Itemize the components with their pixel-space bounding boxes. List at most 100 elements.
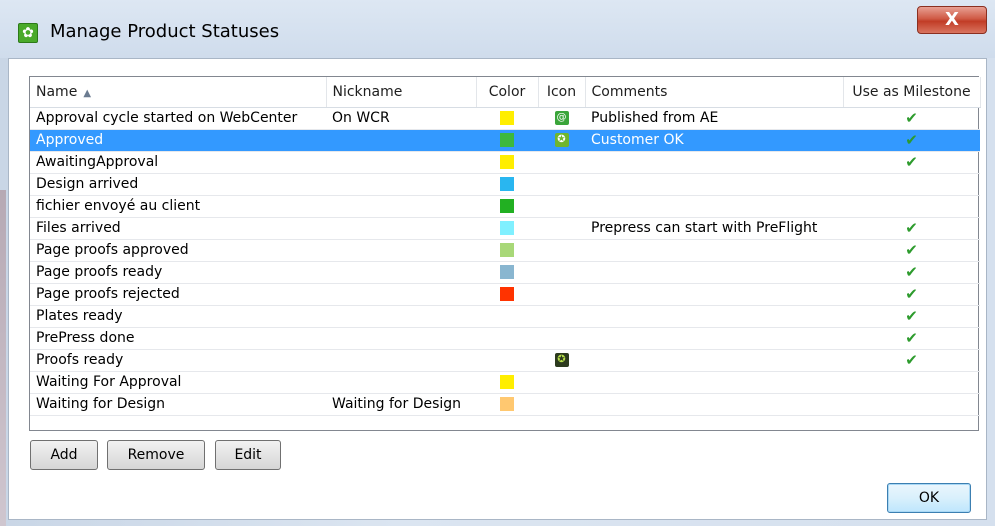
table-row[interactable]: Page proofs rejected ✔ <box>30 283 980 306</box>
webcenter-icon: @ <box>554 111 569 125</box>
cell-use-as-milestone <box>843 173 980 196</box>
cell-nickname <box>326 173 476 196</box>
checkmark-icon: ✔ <box>905 153 918 171</box>
add-button[interactable]: Add <box>30 440 98 470</box>
cell-nickname <box>326 151 476 174</box>
color-swatch <box>500 287 514 301</box>
cell-name: Page proofs approved <box>30 239 326 262</box>
cell-use-as-milestone: ✔ <box>843 305 980 328</box>
table-row[interactable]: PrePress done ✔ <box>30 327 980 350</box>
color-swatch <box>500 397 514 411</box>
cell-icon <box>538 393 585 416</box>
cell-icon <box>538 239 585 262</box>
color-swatch <box>500 177 514 191</box>
color-swatch <box>500 243 514 257</box>
cell-icon <box>538 371 585 394</box>
manage-product-statuses-window: ✿ Manage Product Statuses X Name ▲ Nickna… <box>0 0 995 526</box>
cell-name: Page proofs rejected <box>30 283 326 306</box>
cell-use-as-milestone: ✔ <box>843 151 980 174</box>
cell-name: Waiting For Approval <box>30 371 326 394</box>
cell-nickname <box>326 195 476 218</box>
statuses-table: Name ▲ Nickname Color Icon Comments Use a… <box>30 77 981 416</box>
checkmark-icon: ✔ <box>905 263 918 281</box>
table-row[interactable]: Waiting For Approval <box>30 371 980 394</box>
color-swatch <box>500 111 514 125</box>
cell-nickname <box>326 305 476 328</box>
checkmark-icon: ✔ <box>905 307 918 325</box>
table-row[interactable]: Page proofs ready ✔ <box>30 261 980 284</box>
cell-icon <box>538 217 585 240</box>
table-row[interactable]: Waiting for Design Waiting for Design <box>30 393 980 416</box>
cell-nickname: Waiting for Design <box>326 393 476 416</box>
column-header-icon[interactable]: Icon <box>538 77 586 108</box>
cell-comments <box>585 239 843 262</box>
cell-color <box>476 393 538 416</box>
color-swatch <box>500 221 514 235</box>
cell-color <box>476 327 538 350</box>
cell-color <box>476 261 538 284</box>
color-swatch <box>500 133 514 147</box>
color-swatch <box>500 265 514 279</box>
color-swatch <box>500 199 514 213</box>
remove-button[interactable]: Remove <box>107 440 205 470</box>
cell-icon <box>538 327 585 350</box>
table-row[interactable]: Plates ready ✔ <box>30 305 980 328</box>
edit-button[interactable]: Edit <box>215 440 281 470</box>
column-header-color[interactable]: Color <box>476 77 539 108</box>
app-gear-icon: ✿ <box>18 23 38 43</box>
table-row[interactable]: Page proofs approved ✔ <box>30 239 980 262</box>
cell-use-as-milestone: ✔ <box>843 217 980 240</box>
cell-use-as-milestone: ✔ <box>843 283 980 306</box>
cell-color <box>476 129 538 152</box>
checkmark-icon: ✔ <box>905 329 918 347</box>
cell-nickname <box>326 239 476 262</box>
window-edge <box>0 190 6 526</box>
cell-icon <box>538 283 585 306</box>
table-row[interactable]: Approved ✪ Customer OK ✔ <box>30 129 980 152</box>
column-header-comments[interactable]: Comments <box>585 77 844 108</box>
cell-comments: Customer OK <box>585 129 843 152</box>
cell-comments <box>585 305 843 328</box>
color-swatch <box>500 375 514 389</box>
cell-color <box>476 283 538 306</box>
cell-use-as-milestone: ✔ <box>843 327 980 350</box>
cell-use-as-milestone: ✔ <box>843 261 980 284</box>
table-header: Name ▲ Nickname Color Icon Comments Use a… <box>30 77 981 108</box>
cell-comments: Published from AE <box>585 107 843 130</box>
cell-name: Plates ready <box>30 305 326 328</box>
checkmark-icon: ✔ <box>905 351 918 369</box>
cell-color <box>476 371 538 394</box>
sort-ascending-icon: ▲ <box>83 87 92 99</box>
cell-icon <box>538 151 585 174</box>
cell-nickname <box>326 327 476 350</box>
cell-nickname: On WCR <box>326 107 476 130</box>
column-header-nickname[interactable]: Nickname <box>326 77 477 108</box>
cell-name: Design arrived <box>30 173 326 196</box>
proof-star-icon: ✪ <box>554 353 569 367</box>
cell-comments <box>585 195 843 218</box>
cell-comments <box>585 393 843 416</box>
table-row[interactable]: AwaitingApproval ✔ <box>30 151 980 174</box>
column-header-use-as-milestone[interactable]: Use as Milestone <box>843 77 981 108</box>
table-row[interactable]: Proofs ready ✪ ✔ <box>30 349 980 372</box>
statuses-table-container: Name ▲ Nickname Color Icon Comments Use a… <box>29 76 981 431</box>
table-body: Approval cycle started on WebCenter On WC… <box>30 107 980 416</box>
close-button[interactable]: X <box>917 6 987 34</box>
table-row[interactable]: fichier envoyé au client <box>30 195 980 218</box>
cell-nickname <box>326 261 476 284</box>
cell-color <box>476 173 538 196</box>
table-row[interactable]: Files arrived Prepress can start with Pre… <box>30 217 980 240</box>
table-row[interactable]: Approval cycle started on WebCenter On WC… <box>30 107 980 130</box>
cell-name: Files arrived <box>30 217 326 240</box>
cell-color <box>476 349 538 372</box>
dialog-body: Name ▲ Nickname Color Icon Comments Use a… <box>8 58 987 520</box>
cell-use-as-milestone <box>843 371 980 394</box>
table-row[interactable]: Design arrived <box>30 173 980 196</box>
cell-comments <box>585 173 843 196</box>
cell-color <box>476 239 538 262</box>
title-bar: ✿ Manage Product Statuses X <box>0 0 995 58</box>
window-title: Manage Product Statuses <box>50 21 280 42</box>
column-header-name[interactable]: Name ▲ <box>30 77 327 108</box>
ok-button[interactable]: OK <box>887 483 971 513</box>
checkmark-icon: ✔ <box>905 109 918 127</box>
